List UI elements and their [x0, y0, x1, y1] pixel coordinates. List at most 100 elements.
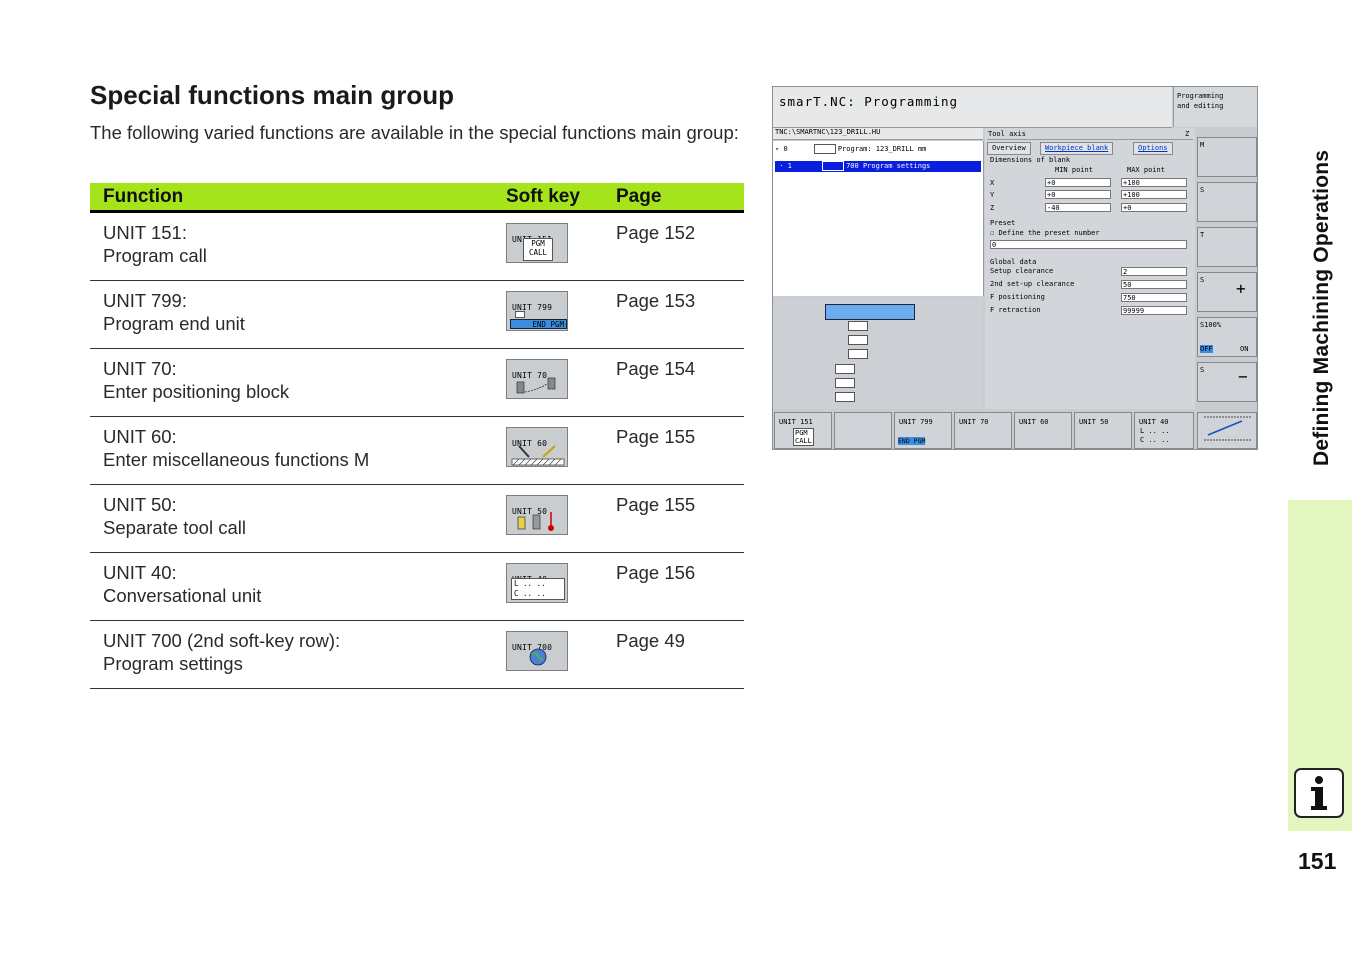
page-ref[interactable]: Page 154	[616, 348, 744, 417]
softkey-unit-70[interactable]: UNIT 70	[506, 359, 568, 399]
max-x-field[interactable]: +100	[1121, 178, 1187, 187]
positioning-icon	[516, 377, 556, 394]
setup-clearance-field[interactable]: 2	[1121, 267, 1187, 276]
table-header-row: Function Soft key Page	[90, 183, 744, 213]
unit-name: UNIT 151:	[103, 222, 187, 243]
f-retraction-field[interactable]: 99999	[1121, 306, 1187, 315]
structure-node[interactable]	[835, 392, 855, 402]
tree-row-program[interactable]: ▿ 0 Program: 123_DRILL mm	[775, 144, 926, 155]
unit-name: UNIT 799:	[103, 290, 187, 311]
file-path: TNC:\SMARTNC\123_DRILL.HU	[773, 128, 983, 140]
preset-field[interactable]: 0	[990, 240, 1187, 249]
max-z-field[interactable]: +0	[1121, 203, 1187, 212]
softkey-unit-60[interactable]: UNIT 60	[506, 427, 568, 467]
program-tree: ▿ 0 Program: 123_DRILL mm · 1 700 Progra…	[773, 141, 984, 296]
structure-tree	[773, 297, 983, 409]
end-pgm-icon: END PGM	[510, 319, 567, 329]
intro-paragraph: The following varied functions are avail…	[90, 122, 739, 143]
tab-workpiece-blank[interactable]: Workpiece blank	[1040, 142, 1114, 155]
structure-node[interactable]	[848, 321, 868, 331]
program-block-icon	[515, 311, 525, 318]
bottom-softkey-next-row[interactable]	[1197, 412, 1257, 449]
softkey-unit-40[interactable]: UNIT 40 L .. ..C .. ..	[506, 563, 568, 603]
softkey-s-minus[interactable]: S −	[1197, 362, 1257, 402]
preset-checkbox[interactable]: ☐ Define the preset number	[990, 229, 1100, 237]
unit-name: UNIT 40:	[103, 562, 177, 583]
structure-node[interactable]	[848, 349, 868, 359]
header-function: Function	[90, 183, 506, 213]
bottom-softkey-unit-799[interactable]: UNIT 799 END PGM	[894, 412, 952, 449]
table-row: UNIT 700 (2nd soft-key row): Program sett…	[90, 620, 744, 689]
info-icon	[1294, 768, 1344, 818]
min-y-field[interactable]: +0	[1045, 190, 1111, 199]
softkey-unit-700[interactable]: UNIT 700	[506, 631, 568, 671]
unit-name: UNIT 60:	[103, 426, 177, 447]
arrow-icon	[1204, 416, 1252, 441]
softkey-unit-151[interactable]: UNIT 151 PGMCALL	[506, 223, 568, 263]
parameter-form: Tool axis Z Overview Workpiece blank Opt…	[985, 128, 1195, 409]
page-ref[interactable]: Page 153	[616, 280, 744, 349]
table-row: UNIT 60: Enter miscellaneous functions M …	[90, 416, 744, 485]
bottom-softkey-unit-40[interactable]: UNIT 40 L .. .. C .. ..	[1134, 412, 1194, 449]
tool-call-icon	[517, 512, 554, 531]
misc-functions-icon	[511, 445, 565, 466]
tool-axis-row: Tool axis Z	[987, 129, 1193, 140]
page-ref[interactable]: Page 49	[616, 620, 744, 689]
page-number: 151	[1298, 848, 1337, 874]
header-page: Page	[616, 183, 744, 213]
softkey-s100[interactable]: S100% OFF ON	[1197, 317, 1257, 357]
second-clearance-field[interactable]: 50	[1121, 280, 1187, 289]
conversational-icon: L .. .. C .. ..	[511, 578, 565, 600]
screen-title: smarT.NC: Programming	[779, 94, 959, 109]
softkey-unit-50[interactable]: UNIT 50	[506, 495, 568, 535]
header-softkey: Soft key	[506, 183, 616, 213]
f-positioning-field[interactable]: 750	[1121, 293, 1187, 302]
softkey-m[interactable]: M	[1197, 137, 1257, 177]
table-row: UNIT 40:Conversational unit UNIT 40 L ..…	[90, 552, 744, 621]
table-row: UNIT 50: Separate tool call UNIT 50 Page …	[90, 484, 744, 553]
tree-row-selected[interactable]: · 1 700 Program settings	[775, 161, 981, 172]
bottom-softkey-unit-60[interactable]: UNIT 60	[1014, 412, 1072, 449]
unit-desc: Conversational unit	[103, 585, 262, 606]
max-y-field[interactable]: +100	[1121, 190, 1187, 199]
unit-desc: Program settings	[103, 653, 243, 674]
min-x-field[interactable]: +0	[1045, 178, 1111, 187]
softkey-s-plus[interactable]: S +	[1197, 272, 1257, 312]
structure-node-selected[interactable]	[825, 304, 915, 320]
page-ref[interactable]: Page 155	[616, 484, 744, 553]
page-ref[interactable]: Page 155	[616, 416, 744, 485]
screen-header: smarT.NC: Programming	[773, 87, 1172, 128]
table-row: UNIT 799: Program end unit UNIT 799 END P…	[90, 280, 744, 349]
unit-desc: Enter miscellaneous functions M	[103, 449, 370, 470]
softkey-s[interactable]: S	[1197, 182, 1257, 222]
table-row: UNIT 70: Enter positioning block UNIT 70 …	[90, 348, 744, 417]
unit-name: UNIT 70:	[103, 358, 177, 379]
structure-node[interactable]	[848, 335, 868, 345]
unit-name: UNIT 50:	[103, 494, 177, 515]
structure-node[interactable]	[835, 378, 855, 388]
softkey-unit-799[interactable]: UNIT 799 END PGM	[506, 291, 568, 331]
section-title: Special functions main group	[90, 80, 455, 110]
unit-desc: Separate tool call	[103, 517, 246, 538]
globe-icon	[529, 648, 547, 666]
min-z-field[interactable]: -40	[1045, 203, 1111, 212]
structure-node[interactable]	[835, 364, 855, 374]
function-table: Function Soft key Page UNIT 151: Program …	[90, 183, 744, 689]
tab-overview[interactable]: Overview	[987, 142, 1031, 155]
chapter-title: Defining Machining Operations	[1310, 149, 1333, 466]
bottom-softkey-unit-151[interactable]: UNIT 151 PGM CALL	[774, 412, 832, 449]
unit-name: UNIT 700 (2nd soft-key row):	[103, 630, 341, 651]
unit-desc: Program end unit	[103, 313, 245, 334]
pgm-call-icon: PGM CALL	[523, 238, 553, 261]
unit-desc: Program call	[103, 245, 207, 266]
bottom-softkey-unit-50[interactable]: UNIT 50	[1074, 412, 1132, 449]
bottom-softkey-empty[interactable]	[834, 412, 892, 449]
tab-options[interactable]: Options	[1133, 142, 1173, 155]
page-ref[interactable]: Page 152	[616, 211, 744, 281]
table-row: UNIT 151:Program call UNIT 151 PGMCALL P…	[90, 211, 744, 281]
page-ref[interactable]: Page 156	[616, 552, 744, 621]
unit-desc: Enter positioning block	[103, 381, 290, 402]
mode-indicator: Programming and editing	[1173, 87, 1257, 127]
softkey-t[interactable]: T	[1197, 227, 1257, 267]
bottom-softkey-unit-70[interactable]: UNIT 70	[954, 412, 1012, 449]
